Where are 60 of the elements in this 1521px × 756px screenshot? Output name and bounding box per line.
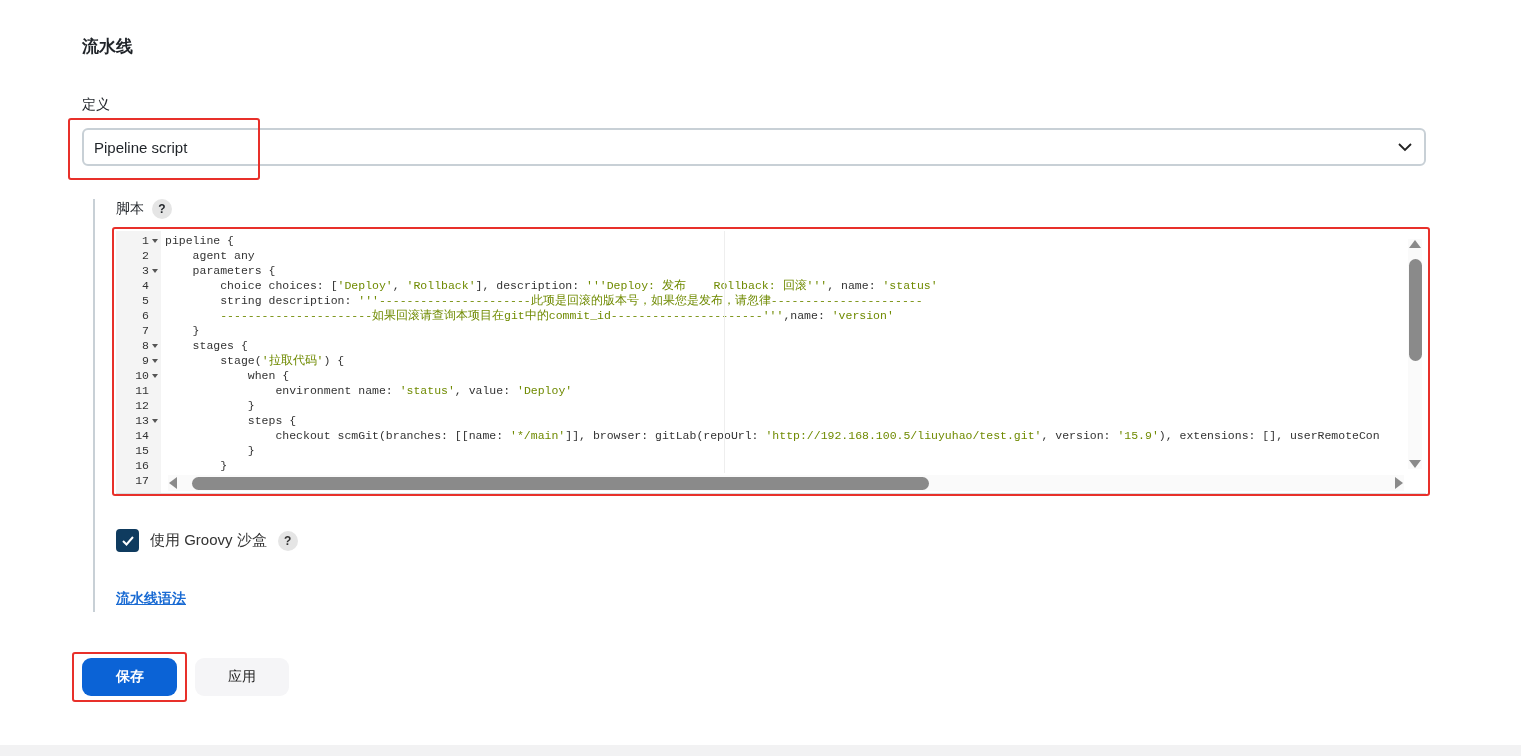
code-line: stages { bbox=[191, 338, 248, 353]
fold-arrow-icon[interactable] bbox=[152, 268, 158, 273]
line-number: 17 bbox=[134, 473, 149, 488]
code-line: string description: '''----------------------此项是回滚的版本号，如果您是发布，请忽律---------------------- bbox=[219, 293, 923, 308]
help-button[interactable]: ? bbox=[277, 530, 298, 551]
code-line: agent any bbox=[191, 248, 255, 263]
scrollbar-thumb[interactable] bbox=[192, 476, 929, 490]
line-number: 9 bbox=[141, 353, 149, 368]
sandbox-checkbox[interactable] bbox=[116, 529, 139, 552]
fold-arrow-icon[interactable] bbox=[152, 373, 158, 378]
help-button[interactable]: ? bbox=[152, 199, 172, 219]
fold-arrow-icon[interactable] bbox=[152, 343, 158, 348]
code-line: ----------------------如果回滚请查询本项目在git中的commit_id----------------------''',name: 'version' bbox=[219, 308, 894, 323]
code-line: choice choices: ['Deploy', 'Rollback'], description: '''Deploy: 发布 Rollback: 回滚''', name: 'status' bbox=[219, 278, 938, 293]
sandbox-label: 使用 Groovy 沙盒 bbox=[150, 531, 267, 550]
code-line: environment name: 'status', value: 'Deploy' bbox=[274, 383, 573, 398]
line-number: 16 bbox=[134, 458, 149, 473]
horizontal-scrollbar[interactable] bbox=[168, 475, 1404, 491]
code-line: when { bbox=[246, 368, 290, 383]
definition-select[interactable]: Pipeline script bbox=[82, 128, 1426, 166]
line-number: 4 bbox=[141, 278, 149, 293]
fold-arrow-icon[interactable] bbox=[152, 358, 158, 363]
chevron-down-icon bbox=[1398, 142, 1412, 152]
checkmark-icon bbox=[120, 534, 135, 547]
scrollbar-thumb[interactable] bbox=[1408, 259, 1422, 361]
code-line: } bbox=[219, 458, 228, 473]
code-line: parameters { bbox=[191, 263, 276, 278]
code-line: checkout scmGit(branches: [[name: '*/main']], browser: gitLab(repoUrl: 'http://192.168.100.5/liuyuhao/test.git', version: '15.9'), extensions: [], userRemoteCon bbox=[274, 428, 1380, 443]
line-number: 13 bbox=[134, 413, 149, 428]
code-line: } bbox=[246, 443, 255, 458]
fold-arrow-icon[interactable] bbox=[152, 238, 158, 243]
scroll-down-arrow-icon[interactable] bbox=[1408, 459, 1422, 469]
code-line: } bbox=[246, 398, 255, 413]
scroll-up-arrow-icon[interactable] bbox=[1408, 239, 1422, 249]
line-number: 7 bbox=[141, 323, 149, 338]
line-number: 6 bbox=[141, 308, 149, 323]
fold-arrow-icon[interactable] bbox=[152, 418, 158, 423]
line-number: 5 bbox=[141, 293, 149, 308]
code-line: steps { bbox=[246, 413, 297, 428]
line-number: 3 bbox=[141, 263, 149, 278]
section-title: 流水线 bbox=[82, 36, 134, 58]
scroll-left-arrow-icon[interactable] bbox=[168, 476, 178, 490]
line-number: 15 bbox=[134, 443, 149, 458]
vertical-scrollbar[interactable] bbox=[1408, 239, 1422, 469]
code-line: } bbox=[191, 323, 200, 338]
scroll-right-arrow-icon[interactable] bbox=[1394, 476, 1404, 490]
pipeline-syntax-link[interactable]: 流水线语法 bbox=[116, 590, 186, 612]
line-number: 8 bbox=[141, 338, 149, 353]
line-number: 12 bbox=[134, 398, 149, 413]
script-label: 脚本 bbox=[116, 200, 144, 218]
code-line: stage('拉取代码') { bbox=[219, 353, 345, 368]
line-number: 10 bbox=[134, 368, 149, 383]
line-number: 2 bbox=[141, 248, 149, 263]
line-number: 1 bbox=[141, 233, 149, 248]
apply-button[interactable]: 应用 bbox=[195, 658, 289, 696]
line-number: 14 bbox=[134, 428, 149, 443]
line-number: 11 bbox=[134, 383, 149, 398]
definition-label: 定义 bbox=[82, 96, 111, 114]
code-line: pipeline { bbox=[165, 233, 234, 248]
save-button[interactable]: 保存 bbox=[82, 658, 177, 696]
